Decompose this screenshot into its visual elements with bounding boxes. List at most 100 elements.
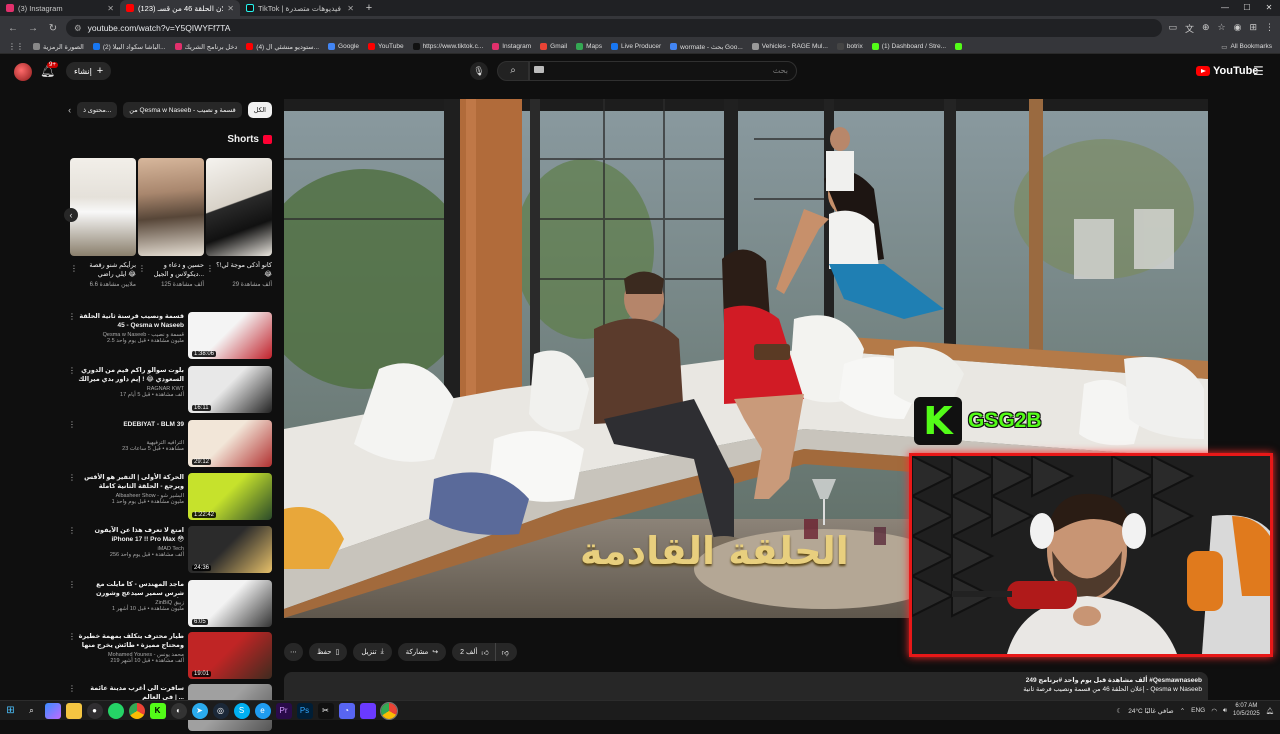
notifications-icon[interactable]: 🔔︎ xyxy=(1266,707,1274,715)
discord-icon[interactable]: ◔ xyxy=(338,702,355,719)
profile-icon[interactable]: ◉ xyxy=(1234,22,1242,35)
download-button[interactable]: تنزيل ⤓ xyxy=(353,643,392,661)
telegram-icon[interactable]: ➤ xyxy=(191,702,208,719)
bookmark-item[interactable]: https://www.tiktok.c... xyxy=(412,43,483,50)
chip-related[interactable]: محتوى ذ... xyxy=(77,102,118,118)
file-explorer-icon[interactable] xyxy=(65,702,82,719)
youtube-logo[interactable]: YouTube xyxy=(1196,65,1258,77)
new-tab-button[interactable]: + xyxy=(360,0,378,16)
browser-tab[interactable]: TikTok | شاهد فيديوهات متصدرة ✕ xyxy=(240,0,360,16)
more-options-icon[interactable]: ⋮ xyxy=(68,366,76,375)
zoom-icon[interactable]: ⊕ xyxy=(1202,22,1210,35)
extensions-icon[interactable]: ⊞ xyxy=(1249,22,1257,35)
save-button[interactable]: حفظ ▯ xyxy=(309,643,348,661)
app-icon[interactable]: ◐ xyxy=(170,702,187,719)
close-window-icon[interactable]: ✕ xyxy=(1258,0,1280,16)
chevron-left-icon[interactable]: ‹ xyxy=(68,105,71,115)
clock[interactable]: 6:07 AM 10/5/2025 xyxy=(1233,703,1260,718)
chip-channel[interactable]: من Qesma w Naseeb - قسمة و نصيب xyxy=(123,102,242,118)
video-list-item[interactable]: 29:12 EDEBIYAT - BLM 39 الترافيه الترفيهية… xyxy=(68,420,272,470)
bookmark-star-icon[interactable]: ☆ xyxy=(1218,22,1226,35)
reload-icon[interactable]: ↻ xyxy=(46,23,60,34)
search-input[interactable]: بحث xyxy=(529,61,797,81)
shorts-prev-chevron-icon[interactable]: ‹ xyxy=(64,208,78,222)
bookmark-item[interactable]: Vehicles - RAGE Mul... xyxy=(751,43,828,50)
short-thumbnail[interactable] xyxy=(206,158,272,256)
short-thumbnail[interactable] xyxy=(138,158,204,256)
copilot-icon[interactable] xyxy=(44,702,61,719)
video-list-item[interactable]: 19:01 طيار محترف يتكلف بمهمة خطيرة ومحتاج… xyxy=(68,632,272,682)
bookmark-item[interactable]: (2) الباشا سكواد البيلا... xyxy=(92,43,166,51)
bookmark-item[interactable] xyxy=(955,43,965,50)
steam-icon[interactable]: ◎ xyxy=(212,702,229,719)
search-button[interactable]: ⌕ xyxy=(497,61,529,81)
maximize-icon[interactable]: ☐ xyxy=(1236,0,1258,16)
whatsapp-icon[interactable] xyxy=(107,702,124,719)
video-editor-icon[interactable] xyxy=(359,702,376,719)
more-options-icon[interactable]: ⋮ xyxy=(68,684,76,693)
more-options-icon[interactable]: ⋮ xyxy=(68,420,76,429)
premiere-icon[interactable]: Pr xyxy=(275,702,292,719)
apps-grid-icon[interactable]: ⋮⋮ xyxy=(8,42,24,51)
more-options-icon[interactable]: ⋮ xyxy=(206,264,214,273)
cast-icon[interactable]: ▭ xyxy=(1168,22,1177,35)
forward-icon[interactable]: → xyxy=(26,23,40,34)
windows-start-icon[interactable]: ⊞ xyxy=(3,703,19,719)
back-icon[interactable]: ← xyxy=(6,23,20,34)
short-title[interactable]: كانو أذكى موجة لي!؟ 😂 xyxy=(206,261,272,279)
menu-icon[interactable]: ⋮ xyxy=(1265,22,1274,35)
url-field[interactable]: ⚙ youtube.com/watch?v=Y5QIWYFf7TA xyxy=(66,19,1163,37)
bookmark-item[interactable]: Live Producer xyxy=(611,43,661,50)
keyboard-icon[interactable] xyxy=(534,66,544,73)
volume-icon[interactable]: 🔊︎ xyxy=(1223,707,1227,715)
share-button[interactable]: مشاركة ↪ xyxy=(397,643,447,661)
short-card[interactable]: حسين و دعاء و ديكولاس و الجيل... 125 ألف… xyxy=(138,158,204,288)
like-button[interactable]: 2 ألف 👍︎ xyxy=(452,643,495,661)
short-thumbnail[interactable] xyxy=(70,158,136,256)
short-card[interactable]: كانو أذكى موجة لي!؟ 😂 29 ألف مشاهدة ⋮ xyxy=(206,158,272,288)
browser-tab[interactable]: (3) Instagram ✕ xyxy=(0,0,120,16)
chrome-active-icon[interactable] xyxy=(379,701,398,720)
edge-icon[interactable]: e xyxy=(254,702,271,719)
video-title[interactable]: امتع لا تعرف هذا عن الآيفون iPhone 17 !!… xyxy=(78,526,184,544)
chip-all[interactable]: الكل xyxy=(247,102,272,118)
video-list-item[interactable]: 6:05 ماجد المهندس - كا مايلت مع شرس سمير … xyxy=(68,580,272,630)
capcut-icon[interactable]: ✂ xyxy=(317,702,334,719)
weather-icon[interactable]: ☾ xyxy=(1116,707,1122,715)
kick-icon[interactable]: K xyxy=(149,702,166,719)
obs-icon[interactable]: ● xyxy=(86,702,103,719)
tray-overflow-icon[interactable]: ⌃ xyxy=(1180,707,1185,715)
more-options-icon[interactable]: ⋮ xyxy=(68,526,76,535)
bookmark-item[interactable]: YouTube xyxy=(368,43,404,50)
bookmark-item[interactable]: wormate - بحث Goo... xyxy=(670,43,743,51)
chrome-icon[interactable] xyxy=(128,702,145,719)
bookmark-item[interactable]: Maps xyxy=(576,43,602,50)
close-tab-icon[interactable]: ✕ xyxy=(107,4,114,13)
dislike-button[interactable]: 👎︎ xyxy=(494,643,517,661)
more-options-icon[interactable]: ⋮ xyxy=(68,473,76,482)
bookmark-item[interactable]: دخل برنامج الشريك xyxy=(174,43,237,51)
video-title[interactable]: بلوت سوالو راكم فيم من الدوري السعودي 😂 … xyxy=(78,366,184,384)
more-options-icon[interactable]: ⋮ xyxy=(68,312,76,321)
video-title[interactable]: قسمة ونصيب قرسنة ثانية الحلقة 45 - Qesma… xyxy=(78,312,184,330)
bookmark-item[interactable]: Google xyxy=(328,43,359,50)
short-title[interactable]: حسين و دعاء و ديكولاس و الجيل... xyxy=(138,261,204,279)
more-options-icon[interactable]: ⋮ xyxy=(68,632,76,641)
video-title[interactable]: EDEBIYAT - BLM 39 xyxy=(78,420,184,438)
short-card[interactable]: برأيكم شنو رقصة ايلي راضي 😂 6.6 ملايين م… xyxy=(70,158,136,288)
voice-search-icon[interactable]: 🎙︎ xyxy=(470,62,488,80)
skype-icon[interactable]: S xyxy=(233,702,250,719)
video-title[interactable]: ماجد المهندس - كا مايلت مع شرس سمير سيدع… xyxy=(78,580,184,598)
video-title[interactable]: طيار محترف يتكلف بمهمة خطيرة ومحتاج مميز… xyxy=(78,632,184,650)
bookmark-item[interactable]: (4) ستوديو منشئي ال... xyxy=(246,43,319,51)
avatar[interactable] xyxy=(14,63,32,81)
bookmark-item[interactable]: (1) Dashboard / Stre... xyxy=(871,43,946,50)
bookmark-item[interactable]: الصورة الرمزية xyxy=(33,43,84,51)
video-title[interactable]: الحركة الأولى | التفير هو الأقس ويرجع - … xyxy=(78,473,184,491)
search-icon[interactable]: ⌕ xyxy=(24,703,40,719)
more-options-icon[interactable]: ⋮ xyxy=(70,264,78,273)
close-tab-icon[interactable]: ✕ xyxy=(347,4,354,13)
bookmark-item[interactable]: botrix xyxy=(836,43,863,50)
video-list-item[interactable]: 24:36 امتع لا تعرف هذا عن الآيفون iPhone … xyxy=(68,526,272,576)
all-bookmarks-folder[interactable]: ▭ All Bookmarks xyxy=(1221,43,1272,51)
